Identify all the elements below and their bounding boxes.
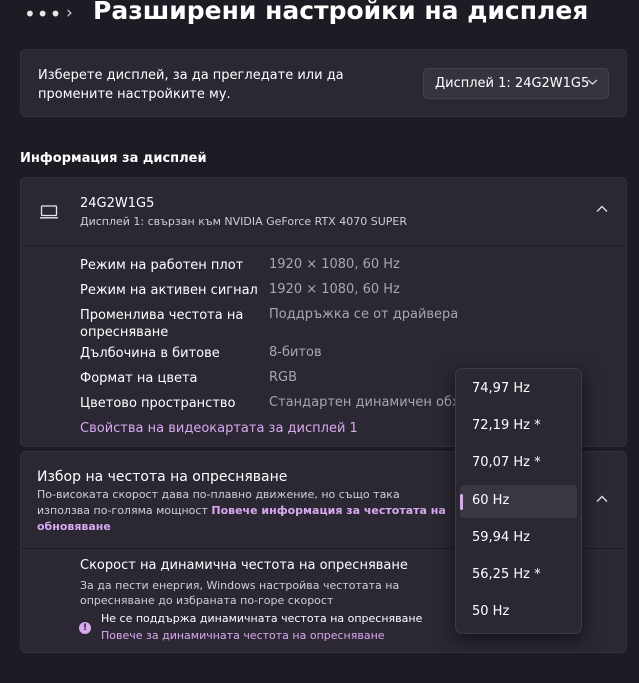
dynamic-refresh-description: За да пести енергия, Windows настройва ч… bbox=[80, 579, 400, 607]
refresh-option-60-selected[interactable]: 60 Hz bbox=[460, 485, 577, 518]
chevron-up-icon[interactable] bbox=[596, 492, 608, 506]
refresh-option-56-25[interactable]: 56,25 Hz * bbox=[460, 559, 577, 592]
row-value-vrr: Поддръжка се от драйвера bbox=[269, 307, 459, 322]
display-name: 24G2W1G5 bbox=[80, 196, 155, 211]
dynamic-refresh-link[interactable]: Повече за динамичната честота на опресня… bbox=[101, 629, 385, 642]
dynamic-refresh-warning: Не се поддържа динамичната честота на оп… bbox=[101, 612, 423, 625]
selected-indicator bbox=[460, 494, 463, 510]
refresh-rate-description: По-високата скорост дава по-плавно движе… bbox=[37, 487, 447, 535]
row-label-vrr: Променлива честота на опресняване bbox=[80, 308, 244, 340]
display-dropdown[interactable]: Дисплей 1: 24G2W1G5 bbox=[423, 68, 609, 99]
refresh-option-label: 59,94 Hz bbox=[472, 530, 530, 545]
info-icon: ! bbox=[79, 622, 91, 634]
display-subtitle: Дисплей 1: свързан към NVIDIA GeForce RT… bbox=[80, 215, 408, 228]
refresh-option-label: 50 Hz bbox=[472, 604, 510, 619]
dynamic-refresh-title: Скорост на динамична честота на опресняв… bbox=[80, 558, 408, 573]
refresh-option-59-94[interactable]: 59,94 Hz bbox=[460, 522, 577, 555]
refresh-option-label: 56,25 Hz * bbox=[472, 567, 541, 582]
display-selector-text: Изберете дисплей, за да прегледате или д… bbox=[38, 68, 344, 102]
section-title-display-info: Информация за дисплей bbox=[20, 151, 207, 166]
refresh-option-label: 74,97 Hz bbox=[472, 381, 530, 396]
row-value-desktop-mode: 1920 × 1080, 60 Hz bbox=[269, 257, 400, 272]
refresh-option-74-97[interactable]: 74,97 Hz bbox=[460, 373, 577, 406]
header: ••• › Разширени настройки на дисплея bbox=[0, 0, 639, 40]
row-value-bit-depth: 8-битов bbox=[269, 345, 322, 360]
refresh-rate-title: Избор на честота на опресняване bbox=[37, 469, 288, 485]
refresh-option-label: 60 Hz bbox=[472, 493, 510, 508]
display-info-header[interactable]: 24G2W1G5 Дисплей 1: свързан към NVIDIA G… bbox=[21, 178, 626, 246]
display-dropdown-value: Дисплей 1: 24G2W1G5 bbox=[435, 76, 590, 91]
refresh-rate-dropdown-list: 74,97 Hz 72,19 Hz * 70,07 Hz * 60 Hz 59,… bbox=[455, 368, 582, 634]
row-label-color-space: Цветово пространство bbox=[80, 396, 236, 411]
refresh-option-70-07[interactable]: 70,07 Hz * bbox=[460, 447, 577, 480]
row-value-color-format: RGB bbox=[269, 370, 298, 385]
refresh-option-label: 72,19 Hz * bbox=[472, 418, 541, 433]
refresh-option-label: 70,07 Hz * bbox=[472, 455, 541, 470]
row-label-bit-depth: Дълбочина в битове bbox=[80, 346, 220, 361]
page-title: Разширени настройки на дисплея bbox=[93, 0, 589, 25]
refresh-option-72-19[interactable]: 72,19 Hz * bbox=[460, 410, 577, 443]
breadcrumb-chevron-icon: › bbox=[66, 3, 73, 23]
monitor-icon bbox=[39, 204, 59, 223]
display-selector-card: Изберете дисплей, за да прегледате или д… bbox=[20, 49, 627, 117]
row-value-signal-mode: 1920 × 1080, 60 Hz bbox=[269, 282, 400, 297]
refresh-option-50[interactable]: 50 Hz bbox=[460, 596, 577, 629]
adapter-properties-link[interactable]: Свойства на видеокартата за дисплей 1 bbox=[80, 421, 358, 436]
row-label-signal-mode: Режим на активен сигнал bbox=[80, 283, 258, 298]
row-label-desktop-mode: Режим на работен плот bbox=[80, 258, 244, 273]
chevron-up-icon[interactable] bbox=[596, 202, 608, 216]
row-label-color-format: Формат на цвета bbox=[80, 371, 198, 386]
more-options-button[interactable]: ••• bbox=[24, 2, 62, 26]
row-value-color-space: Стандартен динамичен обхват bbox=[269, 395, 483, 410]
chevron-down-icon bbox=[587, 76, 598, 89]
